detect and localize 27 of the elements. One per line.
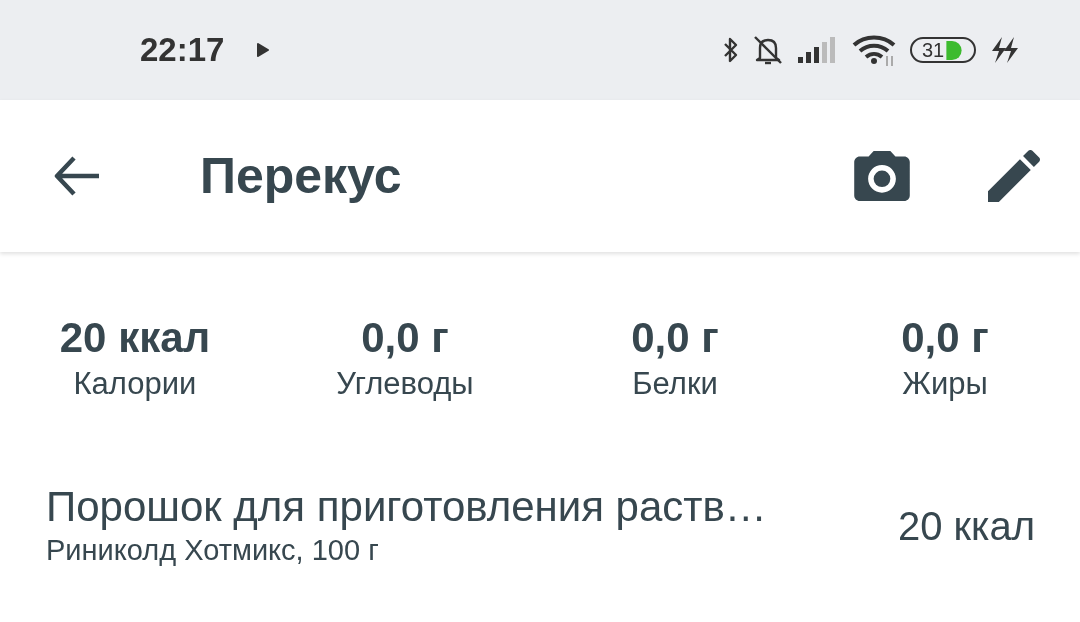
back-button[interactable]	[54, 156, 100, 196]
camera-icon	[854, 151, 910, 201]
camera-button[interactable]	[854, 151, 910, 201]
signal-icon	[798, 37, 838, 63]
wifi-icon	[852, 34, 896, 66]
nutrient-label: Белки	[632, 366, 718, 402]
pencil-icon	[988, 150, 1040, 202]
bell-off-icon	[752, 34, 784, 66]
nutrient-value: 20 ккал	[59, 314, 211, 362]
page-title: Перекус	[200, 147, 402, 205]
clock-time: 22:17	[140, 31, 225, 69]
nutrient-value: 0,0 г	[361, 314, 449, 362]
nutrient-label: Калории	[73, 366, 197, 402]
back-arrow-icon	[54, 156, 100, 196]
charging-icon	[990, 37, 1020, 63]
food-name[interactable]: Порошок для приготовления раств…	[46, 483, 767, 531]
edit-button[interactable]	[988, 150, 1040, 202]
nutrient-label: Углеводы	[336, 366, 474, 402]
battery-fill-icon	[946, 40, 963, 60]
battery-percent: 31	[922, 40, 945, 60]
nutrient-value: 0,0 г	[901, 314, 989, 362]
play-icon	[256, 42, 271, 58]
food-details: Риниколд Хотмикс, 100 г	[46, 533, 379, 568]
bluetooth-icon	[724, 36, 738, 64]
nutrient-value: 0,0 г	[631, 314, 719, 362]
food-calories: 20 ккал	[897, 503, 1035, 549]
nutrient-label: Жиры	[902, 366, 988, 402]
